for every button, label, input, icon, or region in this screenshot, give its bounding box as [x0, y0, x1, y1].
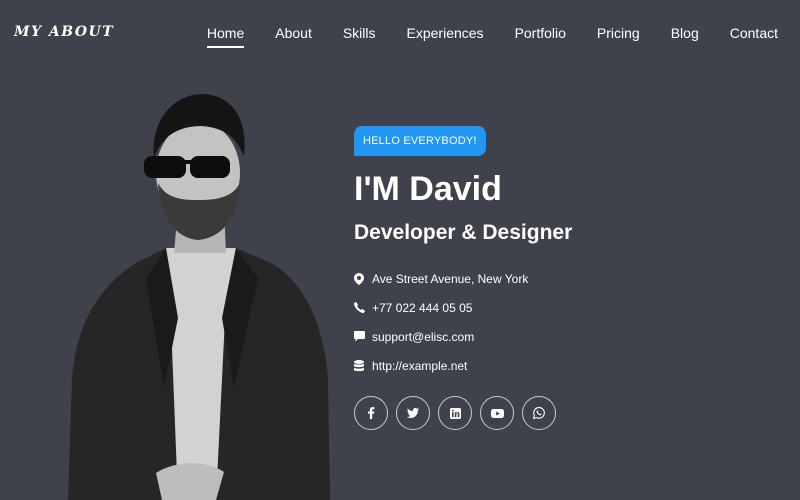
nav-item-contact[interactable]: Contact — [730, 25, 778, 41]
nav-item-portfolio[interactable]: Portfolio — [515, 25, 566, 41]
address-row: Ave Street Avenue, New York — [354, 264, 774, 293]
social-links — [354, 396, 774, 430]
phone-row: +77 022 444 05 05 — [354, 293, 774, 322]
website-text[interactable]: http://example.net — [372, 359, 467, 373]
chat-icon — [354, 331, 372, 342]
site-logo[interactable]: MY ABOUT — [14, 24, 114, 40]
contact-info-list: Ave Street Avenue, New York +77 022 444 … — [354, 264, 774, 380]
greeting-badge: HELLO EVERYBODY! — [354, 126, 486, 156]
nav-item-skills[interactable]: Skills — [343, 25, 376, 41]
website-row: http://example.net — [354, 351, 774, 380]
hero-section: HELLO EVERYBODY! I'M David Developer & D… — [354, 126, 774, 430]
nav-item-home[interactable]: Home — [206, 25, 245, 48]
email-row: support@elisc.com — [354, 322, 774, 351]
linkedin-button[interactable] — [438, 396, 472, 430]
address-text: Ave Street Avenue, New York — [372, 271, 529, 286]
nav-item-experiences[interactable]: Experiences — [407, 25, 484, 41]
twitter-icon — [407, 408, 419, 418]
header: MY ABOUT Home About Skills Experiences P… — [0, 0, 800, 60]
facebook-icon — [368, 407, 375, 419]
youtube-button[interactable] — [480, 396, 514, 430]
nav-item-pricing[interactable]: Pricing — [597, 25, 640, 41]
hero-name: I'M David — [354, 170, 502, 208]
main-nav: Home About Skills Experiences Portfolio … — [206, 25, 778, 48]
nav-item-blog[interactable]: Blog — [671, 25, 699, 41]
database-icon — [354, 359, 372, 372]
linkedin-icon — [449, 407, 461, 419]
profile-photo — [68, 93, 330, 500]
whatsapp-icon — [533, 407, 545, 419]
email-text[interactable]: support@elisc.com — [372, 330, 474, 344]
facebook-button[interactable] — [354, 396, 388, 430]
hero-role: Developer & Designer — [354, 221, 573, 244]
phone-icon — [354, 302, 372, 313]
map-pin-icon — [354, 272, 372, 285]
nav-item-about[interactable]: About — [275, 25, 312, 41]
whatsapp-button[interactable] — [522, 396, 556, 430]
twitter-button[interactable] — [396, 396, 430, 430]
phone-text: +77 022 444 05 05 — [372, 300, 473, 315]
youtube-icon — [490, 408, 504, 418]
